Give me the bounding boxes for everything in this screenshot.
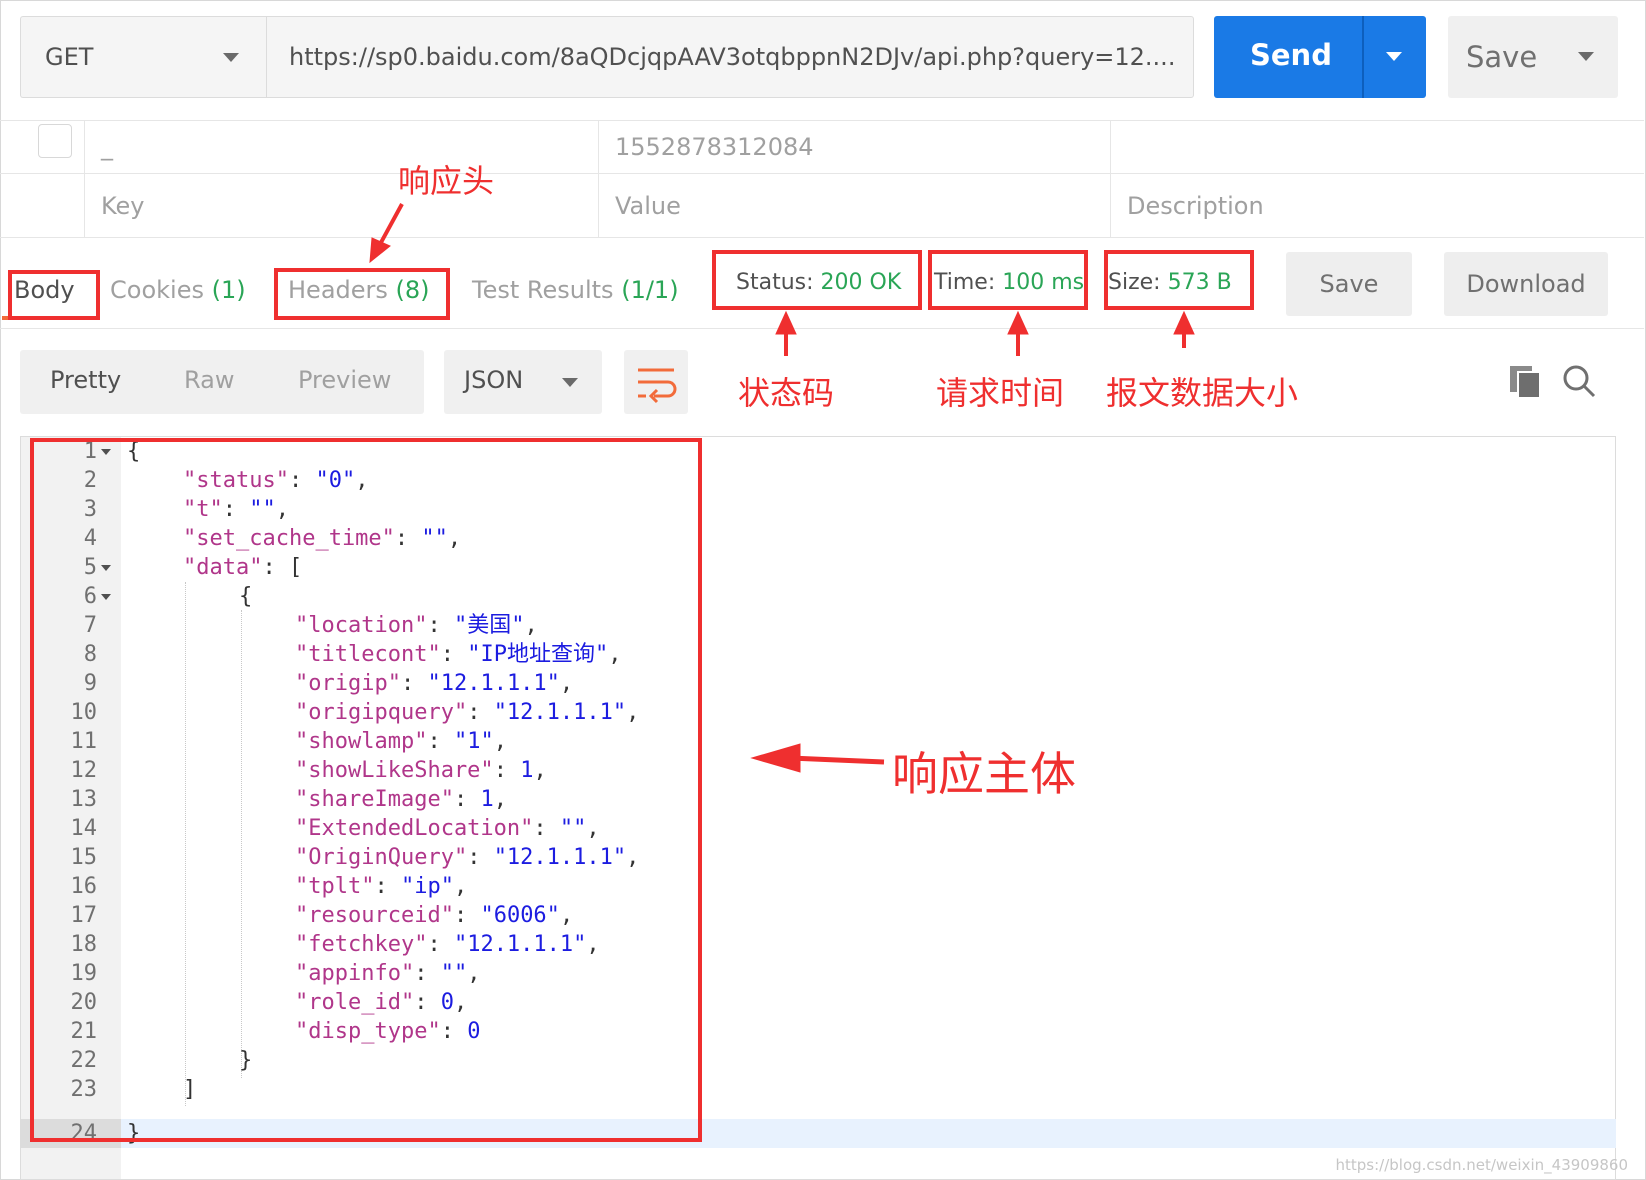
annotation-box-headers-tab: [274, 268, 450, 320]
download-label: Download: [1466, 270, 1586, 298]
wrap-lines-button[interactable]: [624, 350, 688, 414]
annotation-box-status: [712, 250, 922, 310]
view-mode-raw[interactable]: Raw: [184, 366, 234, 394]
annotation-box-response-body: [30, 438, 702, 1142]
tabs-divider: [0, 328, 1644, 329]
annotation-box-body-tab: [8, 270, 100, 320]
url-input[interactable]: https://sp0.baidu.com/8aQDcjqpAAV3otqbpp…: [266, 16, 1194, 98]
chevron-down-icon: [223, 53, 239, 62]
param-value-cell[interactable]: 1552878312084: [598, 121, 1110, 173]
param-value-placeholder-cell[interactable]: Value: [598, 174, 1110, 237]
annotation-time-text: 请求时间: [936, 374, 1065, 412]
annotation-headers-text: 响应头: [398, 162, 495, 200]
chevron-down-icon: [562, 378, 578, 387]
download-button[interactable]: Download: [1444, 252, 1608, 316]
send-button-label: Send: [1250, 38, 1332, 72]
annotation-box-size: [1104, 250, 1254, 310]
tab-test-results-label: Test Results: [472, 276, 614, 304]
param-key: _: [101, 133, 113, 161]
tab-cookies[interactable]: Cookies (1): [110, 276, 246, 304]
method-label: GET: [45, 43, 94, 71]
param-value: 1552878312084: [615, 133, 814, 161]
save-request-button[interactable]: Save: [1448, 16, 1618, 98]
watermark: https://blog.csdn.net/weixin_43909860: [1335, 1156, 1628, 1174]
annotation-size-text: 报文数据大小: [1106, 374, 1299, 412]
param-checkbox[interactable]: [38, 124, 72, 158]
param-description-placeholder-cell[interactable]: Description: [1110, 174, 1644, 237]
copy-icon[interactable]: [1506, 362, 1546, 402]
view-mode-pretty[interactable]: Pretty: [50, 366, 121, 394]
save-response-button[interactable]: Save: [1286, 252, 1412, 316]
annotation-box-time: [928, 250, 1088, 310]
param-key-placeholder-cell[interactable]: Key: [84, 174, 598, 237]
annotation-status-text: 状态码: [738, 374, 835, 412]
chevron-down-icon[interactable]: [1386, 52, 1402, 61]
format-select[interactable]: JSON: [444, 350, 602, 414]
send-button[interactable]: Send: [1214, 16, 1426, 98]
send-divider: [1362, 16, 1364, 98]
tab-test-results[interactable]: Test Results (1/1): [472, 276, 679, 304]
annotation-body-text: 响应主体: [892, 747, 1076, 801]
value-placeholder: Value: [615, 192, 681, 220]
url-text: https://sp0.baidu.com/8aQDcjqpAAV3otqbpp…: [289, 43, 1176, 71]
param-row: _ 1552878312084: [0, 120, 1644, 174]
save-response-label: Save: [1319, 270, 1379, 298]
tab-cookies-label: Cookies: [110, 276, 204, 304]
param-key-cell[interactable]: _: [84, 121, 598, 173]
tab-cookies-count: (1): [211, 276, 246, 304]
param-new-row: Key Value Description: [0, 174, 1644, 238]
param-description-cell[interactable]: [1110, 121, 1644, 173]
key-placeholder: Key: [101, 192, 145, 220]
save-request-label: Save: [1466, 40, 1538, 74]
description-placeholder: Description: [1127, 192, 1264, 220]
format-label: JSON: [464, 366, 524, 394]
tab-test-results-count: (1/1): [621, 276, 679, 304]
wrap-lines-icon: [638, 368, 677, 404]
chevron-down-icon[interactable]: [1578, 52, 1594, 61]
search-icon[interactable]: [1560, 362, 1600, 402]
method-select[interactable]: GET: [20, 16, 266, 98]
view-mode-segment: Pretty Raw Preview: [20, 350, 424, 414]
view-mode-preview[interactable]: Preview: [298, 366, 391, 394]
